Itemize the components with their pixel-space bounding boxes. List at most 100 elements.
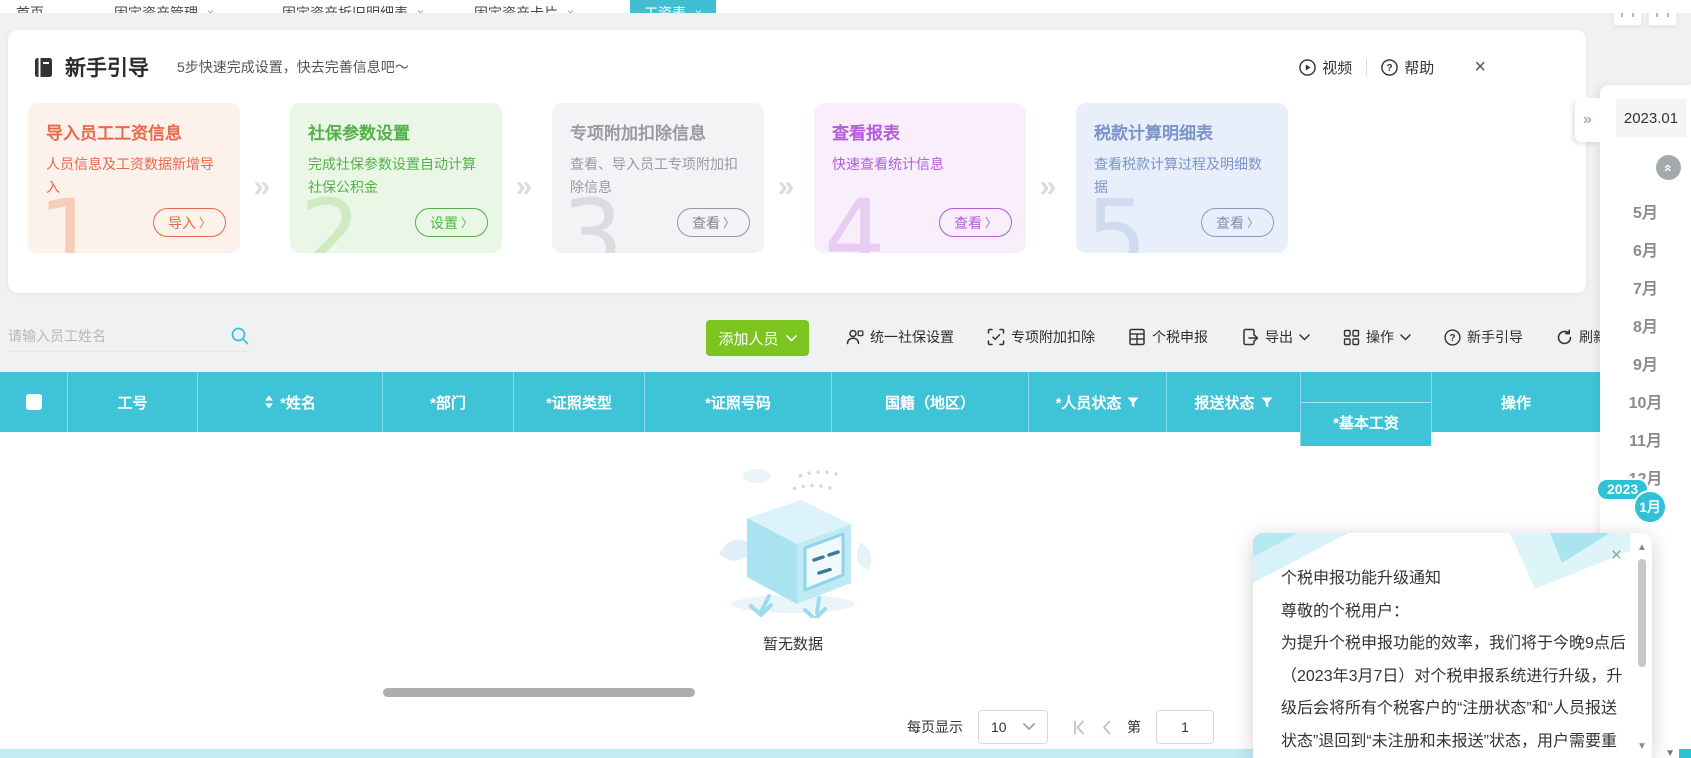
- scroll-down-arrow-icon[interactable]: ▼: [1665, 749, 1675, 758]
- column-header-report-status[interactable]: 报送状态: [1166, 372, 1300, 432]
- double-chevron-icon: »: [1583, 111, 1592, 128]
- column-header-id-number[interactable]: *证照号码: [644, 372, 831, 432]
- tab-salary-active[interactable]: 工资表 ×: [630, 0, 717, 13]
- guide-header: 新手引导 5步快速完成设置，快去完善信息吧～ 视频 ? 帮助 ×: [32, 50, 1552, 84]
- table-header: 工号 *姓名 *部门 *证照类型 *证照号码 国籍（地区） *人员状态 报送状态…: [0, 372, 1600, 446]
- month-item-jun[interactable]: 6月: [1600, 237, 1691, 261]
- per-page-label: 每页显示: [907, 719, 963, 735]
- tab-asset-card[interactable]: 固定资产卡片 ×: [460, 0, 588, 13]
- pagination: 每页显示 10 第: [907, 710, 1214, 744]
- month-item-nov[interactable]: 11月: [1600, 427, 1691, 451]
- close-icon[interactable]: ×: [1611, 545, 1622, 567]
- column-header-actions[interactable]: 操作: [1431, 372, 1600, 432]
- beginner-guide-button[interactable]: ? 新手引导: [1444, 327, 1523, 347]
- per-page-select[interactable]: 10: [978, 710, 1048, 744]
- guide-header-links: 视频 ? 帮助 ×: [1299, 57, 1552, 78]
- chevron-right-icon: 〉: [460, 216, 473, 230]
- chevron-down-icon: [1299, 333, 1310, 341]
- collapse-sidebar-button[interactable]: »: [1575, 98, 1600, 142]
- filter-icon[interactable]: [1261, 397, 1273, 408]
- sort-icon[interactable]: [264, 395, 274, 409]
- double-chevron-icon: »: [777, 170, 795, 203]
- scroll-up-button[interactable]: «: [1656, 155, 1681, 180]
- period-label[interactable]: 2023.01: [1616, 99, 1686, 137]
- month-item-sep[interactable]: 9月: [1600, 351, 1691, 375]
- search-icon[interactable]: [230, 326, 250, 346]
- tab-depreciation-detail[interactable]: 固定资产折旧明细表 ×: [268, 0, 438, 13]
- view-button[interactable]: 查看〉: [676, 208, 750, 237]
- column-header-empno[interactable]: 工号: [67, 372, 197, 432]
- filter-icon[interactable]: [1127, 397, 1139, 408]
- close-icon[interactable]: ×: [207, 6, 214, 13]
- page-nav: [1071, 720, 1112, 735]
- help-link[interactable]: ? 帮助: [1381, 57, 1434, 78]
- empty-robot-illustration: [719, 469, 872, 621]
- page-number-input[interactable]: [1156, 710, 1214, 744]
- notification-title: 个税申报功能升级通知: [1281, 570, 1442, 587]
- view-button[interactable]: 查看〉: [1200, 208, 1274, 237]
- month-item-jan-active[interactable]: 1月: [1633, 490, 1667, 524]
- step-number: 5: [1086, 179, 1148, 253]
- empty-state-text: 暂无数据: [762, 636, 823, 653]
- svg-text:?: ?: [1449, 333, 1455, 344]
- scroll-up-arrow-icon[interactable]: ▲: [1635, 543, 1649, 553]
- column-header-nationality[interactable]: 国籍（地区）: [831, 372, 1028, 432]
- export-icon: [1243, 328, 1259, 346]
- svg-text:?: ?: [1387, 63, 1393, 74]
- column-header-base-salary[interactable]: *基本工资: [1300, 372, 1431, 446]
- scrollbar-thumb[interactable]: [1638, 559, 1646, 667]
- month-item-may[interactable]: 5月: [1600, 199, 1691, 223]
- select-all-checkbox[interactable]: [25, 394, 42, 410]
- chevron-down-icon: [1023, 723, 1035, 731]
- column-header-id-type[interactable]: *证照类型: [513, 372, 644, 432]
- unified-social-security-button[interactable]: 统一社保设置: [846, 327, 954, 347]
- first-page-icon[interactable]: [1071, 720, 1086, 735]
- search-input[interactable]: [8, 327, 230, 344]
- chevron-right-icon: 〉: [984, 216, 997, 230]
- guide-step-4: 查看报表 快速查看统计信息 4 查看〉: [814, 103, 1026, 253]
- view-button[interactable]: 查看〉: [938, 208, 1012, 237]
- step-number: 2: [300, 179, 362, 253]
- double-chevron-icon: »: [1039, 170, 1057, 203]
- chevron-right-icon: 〉: [198, 216, 211, 230]
- guide-step-1: 导入员工工资信息 人员信息及工资数据新增导入 1 导入〉: [28, 103, 240, 253]
- column-header-name[interactable]: *姓名: [197, 372, 382, 432]
- month-item-oct[interactable]: 10月: [1600, 389, 1691, 413]
- double-chevron-icon: »: [253, 170, 271, 203]
- guide-title: 新手引导: [65, 57, 149, 80]
- tab-home[interactable]: 首页: [2, 0, 58, 13]
- operations-button[interactable]: 操作: [1343, 327, 1411, 347]
- close-icon[interactable]: ×: [417, 6, 424, 13]
- close-icon[interactable]: ×: [1474, 57, 1486, 77]
- month-item-jul[interactable]: 7月: [1600, 275, 1691, 299]
- person-icon: [846, 329, 864, 345]
- scrollbar-corner: [1679, 749, 1691, 758]
- video-link[interactable]: 视频: [1299, 57, 1352, 78]
- close-icon[interactable]: ×: [695, 6, 702, 13]
- import-button[interactable]: 导入〉: [152, 208, 226, 237]
- close-icon[interactable]: ×: [567, 6, 574, 13]
- notification-popup: × 个税申报功能升级通知 尊敬的个税用户： 为提升个税申报功能的效率，我们将于今…: [1253, 533, 1652, 758]
- step-number: 4: [824, 179, 886, 253]
- page-label: 第: [1127, 719, 1141, 735]
- double-chevron-icon: »: [515, 170, 533, 203]
- step-number: 1: [38, 179, 100, 253]
- chevron-right-icon: 〉: [1246, 216, 1259, 230]
- notification-text: 个税申报功能升级通知 尊敬的个税用户： 为提升个税申报功能的效率，我们将于今晚9…: [1281, 563, 1628, 758]
- tab-fixed-asset-mgmt[interactable]: 固定资产管理 ×: [100, 0, 228, 13]
- tax-filing-button[interactable]: 个税申报: [1128, 327, 1208, 347]
- prev-page-icon[interactable]: [1100, 720, 1112, 735]
- special-deduction-button[interactable]: 专项附加扣除: [987, 327, 1095, 347]
- horizontal-scrollbar[interactable]: [383, 688, 695, 697]
- column-header-department[interactable]: *部门: [382, 372, 513, 432]
- scroll-down-arrow-icon[interactable]: ▼: [1635, 742, 1649, 752]
- calculator-icon: [1129, 328, 1145, 346]
- settings-button[interactable]: 设置〉: [414, 208, 488, 237]
- column-header-person-status[interactable]: *人员状态: [1028, 372, 1166, 432]
- export-button[interactable]: 导出: [1241, 327, 1310, 347]
- question-icon: ?: [1444, 328, 1461, 346]
- play-icon: [1299, 58, 1317, 76]
- month-item-aug[interactable]: 8月: [1600, 313, 1691, 337]
- add-person-button[interactable]: 添加人员: [706, 320, 809, 356]
- notification-scrollbar[interactable]: ▲ ▼: [1635, 543, 1649, 754]
